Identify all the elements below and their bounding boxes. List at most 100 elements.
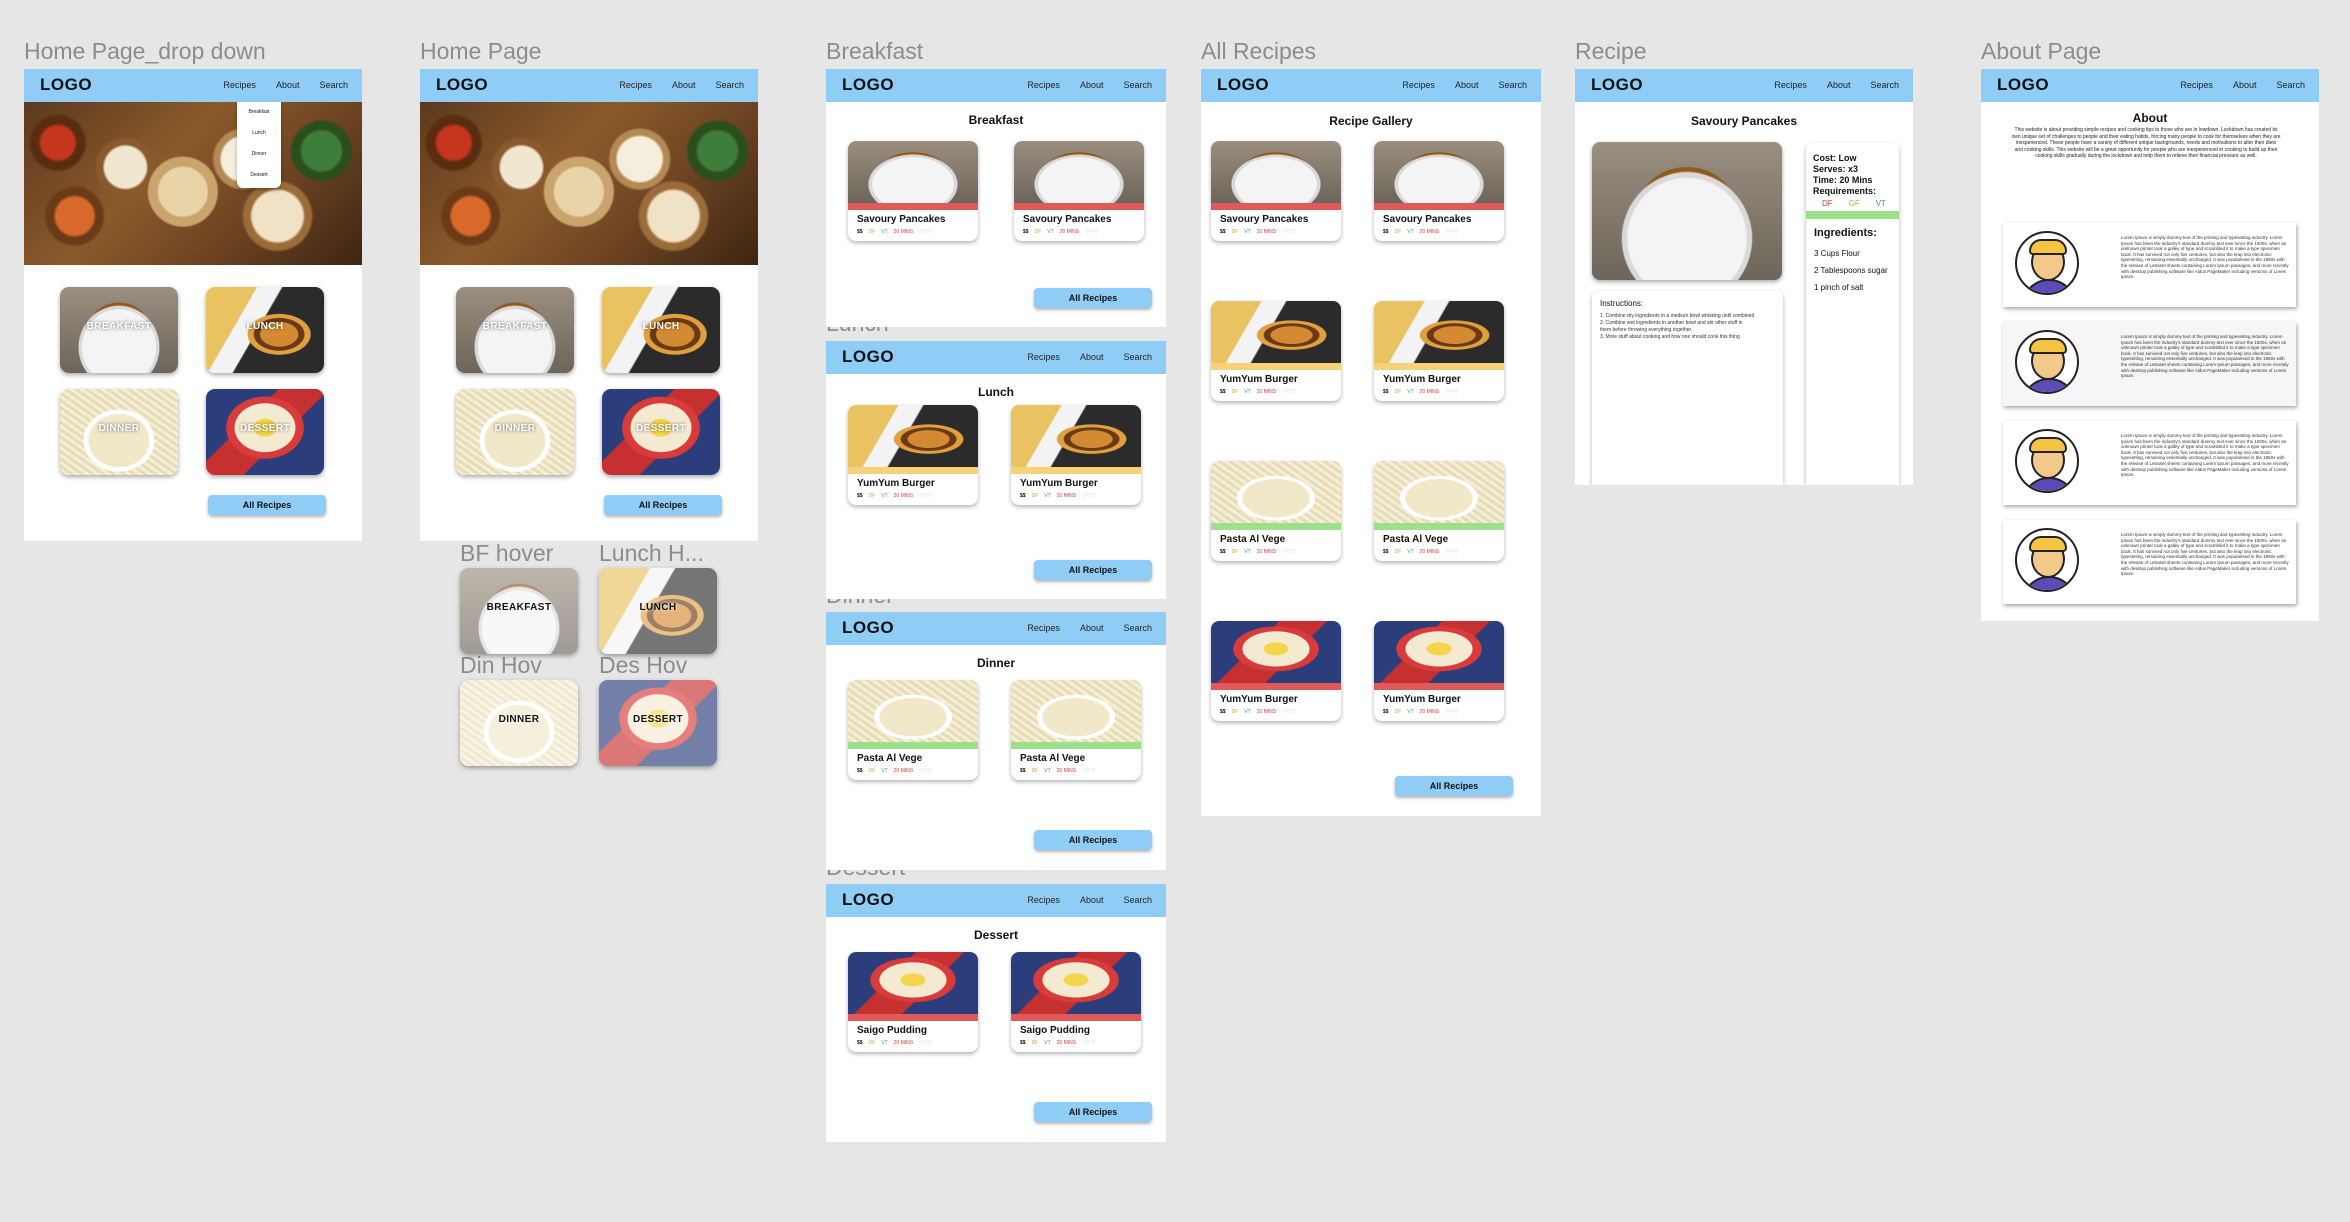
tag-vt: VT	[1047, 229, 1054, 235]
nav-search[interactable]: Search	[319, 80, 348, 90]
recipe-image	[1374, 301, 1504, 363]
navbar: LOGO Recipes About Search	[1981, 69, 2319, 102]
tile-breakfast[interactable]: BREAKFAST	[456, 287, 574, 373]
nav-about[interactable]: About	[1080, 895, 1104, 905]
logo[interactable]: LOGO	[842, 347, 894, 367]
tile-breakfast-hover[interactable]: BREAKFAST	[460, 568, 578, 654]
nav-search[interactable]: Search	[2276, 80, 2305, 90]
nav-recipes[interactable]: Recipes	[1027, 895, 1060, 905]
nav-search[interactable]: Search	[715, 80, 744, 90]
recipe-card[interactable]: Saigo Pudding $$ DF VT 20 MINS ♡♡♡	[848, 952, 978, 1052]
recipe-card[interactable]: Saigo Pudding $$ DF VT 20 MINS ♡♡♡	[1011, 952, 1141, 1052]
tag-price: $$	[1023, 229, 1029, 235]
tile-breakfast[interactable]: BREAKFAST	[60, 287, 178, 373]
recipe-tags: $$ DF VT 20 MINS ♡♡♡	[857, 493, 933, 499]
nav-about[interactable]: About	[1080, 80, 1104, 90]
recipe-card[interactable]: Savoury Pancakes $$ DF VT 20 MINS ♡♡♡	[1374, 141, 1504, 241]
recipe-card[interactable]: YumYum Burger $$ DF VT 20 MINS ♡♡♡	[1211, 621, 1341, 721]
dropdown-item-breakfast[interactable]: Breakfast	[237, 102, 281, 123]
tile-lunch[interactable]: LUNCH	[206, 287, 324, 373]
logo[interactable]: LOGO	[436, 75, 488, 95]
recipe-tags: $$ DF VT 20 MINS ♡♡♡	[1020, 1040, 1096, 1046]
nav-search[interactable]: Search	[1498, 80, 1527, 90]
nav-recipes[interactable]: Recipes	[1027, 80, 1060, 90]
home-dropdown-frame: LOGO Recipes About Search Breakfast Lunc…	[24, 69, 362, 541]
recipe-card[interactable]: YumYum Burger $$ DF VT 20 MINS ♡♡♡	[1011, 405, 1141, 505]
instruction-step: them before throwing everything together…	[1600, 327, 1693, 333]
tile-lunch-hover[interactable]: LUNCH	[599, 568, 717, 654]
dropdown-item-lunch[interactable]: Lunch	[237, 123, 281, 144]
dropdown-item-dinner[interactable]: Dinner	[237, 144, 281, 165]
recipe-name: Pasta Al Vege	[1220, 534, 1286, 545]
recipe-card[interactable]: Savoury Pancakes $$ DF VT 20 MINS ♡♡♡	[848, 141, 978, 241]
nav-about[interactable]: About	[1827, 80, 1851, 90]
nav-about[interactable]: About	[1455, 80, 1479, 90]
all-recipes-button[interactable]: All Recipes	[1034, 1102, 1152, 1122]
nav-search[interactable]: Search	[1123, 352, 1152, 362]
tile-dessert[interactable]: DESSERT	[602, 389, 720, 475]
nav-recipes[interactable]: Recipes	[223, 80, 256, 90]
nav-search[interactable]: Search	[1123, 80, 1152, 90]
recipe-name: YumYum Burger	[1220, 374, 1298, 385]
all-recipes-button[interactable]: All Recipes	[208, 495, 326, 515]
recipe-image	[1211, 141, 1341, 203]
recipe-image	[1014, 141, 1144, 203]
nav-about[interactable]: About	[1080, 352, 1104, 362]
logo[interactable]: LOGO	[842, 618, 894, 638]
all-recipes-button[interactable]: All Recipes	[1034, 830, 1152, 850]
recipe-card[interactable]: Pasta Al Vege $$ DF VT 20 MINS ♡♡♡	[1011, 680, 1141, 780]
nav-search[interactable]: Search	[1870, 80, 1899, 90]
ingredient-item: 3 Cups Flour	[1814, 249, 1860, 258]
recipe-photo	[1592, 142, 1782, 280]
dropdown-item-dessert[interactable]: Dessert	[237, 165, 281, 186]
logo[interactable]: LOGO	[40, 75, 92, 95]
recipe-card[interactable]: YumYum Burger $$ DF VT 20 MINS ♡♡♡	[1211, 301, 1341, 401]
all-recipes-button[interactable]: All Recipes	[1034, 288, 1152, 308]
recipe-card[interactable]: Pasta Al Vege $$ DF VT 20 MINS ♡♡♡	[1374, 461, 1504, 561]
all-recipes-button[interactable]: All Recipes	[604, 495, 722, 515]
recipe-name: Pasta Al Vege	[857, 753, 923, 764]
recipe-card[interactable]: Pasta Al Vege $$ DF VT 20 MINS ♡♡♡	[848, 680, 978, 780]
frame-label-des-hov: Des Hov	[599, 652, 688, 678]
nav-about[interactable]: About	[672, 80, 696, 90]
tile-dinner[interactable]: DINNER	[60, 389, 178, 475]
recipe-image	[848, 405, 978, 467]
tile-label: DESSERT	[635, 423, 687, 435]
nav-about[interactable]: About	[2233, 80, 2257, 90]
logo[interactable]: LOGO	[1591, 75, 1643, 95]
tag-vt: VT	[1244, 549, 1251, 555]
tag-vt: VT	[1407, 229, 1414, 235]
tile-dinner[interactable]: DINNER	[456, 389, 574, 475]
logo[interactable]: LOGO	[1217, 75, 1269, 95]
tile-dinner-hover[interactable]: DINNER	[460, 680, 578, 766]
tile-lunch[interactable]: LUNCH	[602, 287, 720, 373]
profile-text: Lorem Ipsum is simply dummy text of the …	[2121, 334, 2289, 379]
tile-dessert[interactable]: DESSERT	[206, 389, 324, 475]
navbar: LOGO Recipes About Search	[420, 69, 758, 102]
nav-recipes[interactable]: Recipes	[1027, 623, 1060, 633]
nav-recipes[interactable]: Recipes	[1402, 80, 1435, 90]
navbar: LOGO Recipes About Search	[1575, 69, 1913, 102]
recipe-card[interactable]: YumYum Burger $$ DF VT 20 MINS ♡♡♡	[848, 405, 978, 505]
nav-search[interactable]: Search	[1123, 895, 1152, 905]
recipe-card[interactable]: YumYum Burger $$ DF VT 20 MINS ♡♡♡	[1374, 301, 1504, 401]
recipe-image	[848, 141, 978, 203]
logo[interactable]: LOGO	[1997, 75, 2049, 95]
recipe-card[interactable]: Savoury Pancakes $$ DF VT 20 MINS ♡♡♡	[1014, 141, 1144, 241]
recipe-card[interactable]: YumYum Burger $$ DF VT 20 MINS ♡♡♡	[1374, 621, 1504, 721]
nav-search[interactable]: Search	[1123, 623, 1152, 633]
nav-recipes[interactable]: Recipes	[1027, 352, 1060, 362]
logo[interactable]: LOGO	[842, 890, 894, 910]
tile-dessert-hover[interactable]: DESSERT	[599, 680, 717, 766]
rating-icons: ♡♡♡	[1282, 549, 1296, 555]
recipe-card[interactable]: Pasta Al Vege $$ DF VT 20 MINS ♡♡♡	[1211, 461, 1341, 561]
nav-recipes[interactable]: Recipes	[619, 80, 652, 90]
nav-about[interactable]: About	[276, 80, 300, 90]
nav-recipes[interactable]: Recipes	[1774, 80, 1807, 90]
all-recipes-button[interactable]: All Recipes	[1395, 776, 1513, 796]
all-recipes-button[interactable]: All Recipes	[1034, 560, 1152, 580]
nav-recipes[interactable]: Recipes	[2180, 80, 2213, 90]
logo[interactable]: LOGO	[842, 75, 894, 95]
recipe-card[interactable]: Savoury Pancakes $$ DF VT 20 MINS ♡♡♡	[1211, 141, 1341, 241]
nav-about[interactable]: About	[1080, 623, 1104, 633]
